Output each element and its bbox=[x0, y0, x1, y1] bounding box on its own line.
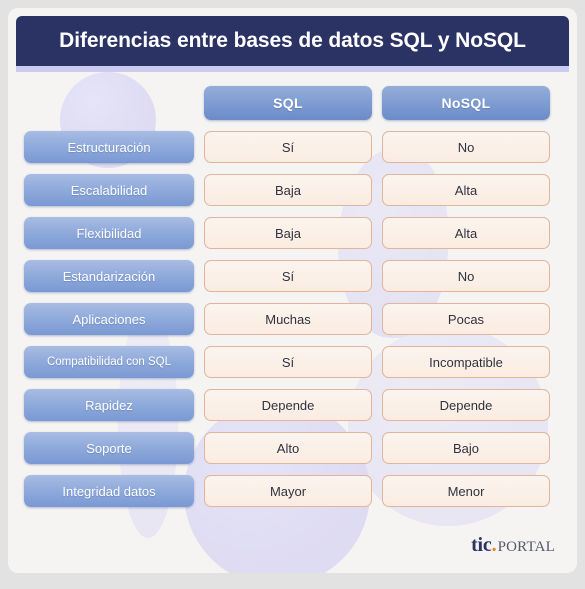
row-label: Integridad datos bbox=[24, 475, 194, 507]
row-label: Escalabilidad bbox=[24, 174, 194, 206]
table-row: Rapidez Depende Depende bbox=[24, 389, 561, 421]
cell-nosql: Alta bbox=[382, 174, 550, 206]
header-underline bbox=[16, 66, 569, 72]
row-label: Aplicaciones bbox=[24, 303, 194, 335]
cell-nosql: Bajo bbox=[382, 432, 550, 464]
logo-dot-icon: . bbox=[491, 534, 497, 556]
row-label: Estandarización bbox=[24, 260, 194, 292]
table-row: Integridad datos Mayor Menor bbox=[24, 475, 561, 507]
infographic-card: Diferencias entre bases de datos SQL y N… bbox=[8, 8, 577, 573]
table-row: Compatibilidad con SQL Sí Incompatible bbox=[24, 346, 561, 378]
cell-sql: Mayor bbox=[204, 475, 372, 507]
cell-nosql: Pocas bbox=[382, 303, 550, 335]
cell-sql: Baja bbox=[204, 174, 372, 206]
cell-sql: Muchas bbox=[204, 303, 372, 335]
logo-secondary-text: PORTAL bbox=[497, 539, 555, 555]
cell-sql: Sí bbox=[204, 346, 372, 378]
table-row: Estandarización Sí No bbox=[24, 260, 561, 292]
cell-sql: Depende bbox=[204, 389, 372, 421]
cell-nosql: No bbox=[382, 131, 550, 163]
header-bar: Diferencias entre bases de datos SQL y N… bbox=[16, 16, 569, 66]
comparison-table: SQL NoSQL Estructuración Sí No Escalabil… bbox=[8, 86, 577, 507]
table-row: Aplicaciones Muchas Pocas bbox=[24, 303, 561, 335]
table-header-row: SQL NoSQL bbox=[24, 86, 561, 120]
table-row: Estructuración Sí No bbox=[24, 131, 561, 163]
row-label: Soporte bbox=[24, 432, 194, 464]
page-title: Diferencias entre bases de datos SQL y N… bbox=[59, 29, 526, 52]
row-label: Estructuración bbox=[24, 131, 194, 163]
cell-sql: Baja bbox=[204, 217, 372, 249]
row-label: Rapidez bbox=[24, 389, 194, 421]
logo-primary-text: tic bbox=[471, 534, 492, 556]
cell-nosql: Alta bbox=[382, 217, 550, 249]
cell-nosql: No bbox=[382, 260, 550, 292]
brand-logo: tic . PORTAL bbox=[471, 534, 555, 557]
cell-sql: Sí bbox=[204, 131, 372, 163]
table-row: Soporte Alto Bajo bbox=[24, 432, 561, 464]
cell-sql: Alto bbox=[204, 432, 372, 464]
column-header-nosql: NoSQL bbox=[382, 86, 550, 120]
cell-sql: Sí bbox=[204, 260, 372, 292]
row-label: Compatibilidad con SQL bbox=[24, 346, 194, 378]
table-row: Flexibilidad Baja Alta bbox=[24, 217, 561, 249]
cell-nosql: Menor bbox=[382, 475, 550, 507]
cell-nosql: Incompatible bbox=[382, 346, 550, 378]
row-label: Flexibilidad bbox=[24, 217, 194, 249]
table-row: Escalabilidad Baja Alta bbox=[24, 174, 561, 206]
cell-nosql: Depende bbox=[382, 389, 550, 421]
column-header-sql: SQL bbox=[204, 86, 372, 120]
